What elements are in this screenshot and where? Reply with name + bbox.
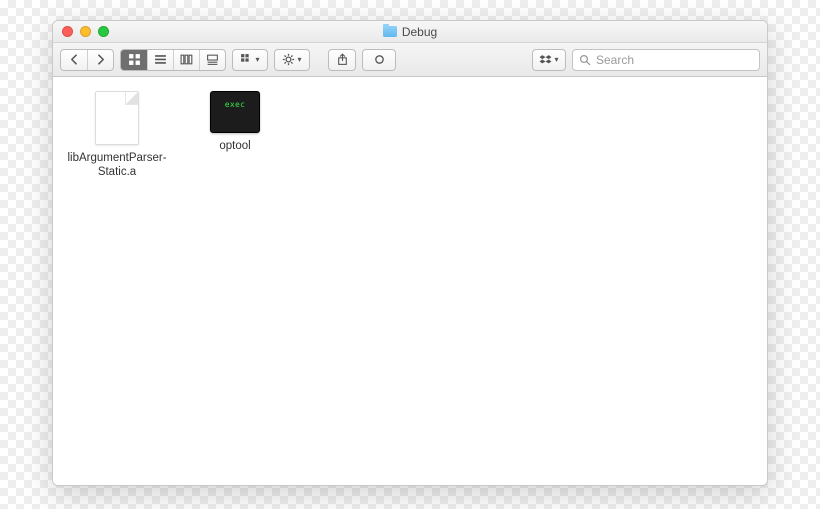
chevron-down-icon: ▾: [554, 55, 558, 64]
nav-buttons: [60, 49, 114, 71]
chevron-down-icon: ▾: [255, 55, 259, 64]
window-controls: [62, 26, 109, 37]
search-icon: [579, 54, 591, 66]
action-button-group: ▾: [274, 49, 310, 71]
back-button[interactable]: [61, 50, 87, 70]
file-name: libArgumentParser-Static.a: [63, 151, 171, 180]
list-icon: [154, 53, 167, 66]
window-title: Debug: [53, 25, 767, 39]
tag-icon: [373, 53, 386, 66]
coverflow-icon: [206, 53, 219, 66]
file-item[interactable]: libArgumentParser-Static.a: [63, 91, 171, 180]
grid-icon: [128, 53, 141, 66]
finder-window: Debug: [52, 20, 768, 486]
dropbox-icon: [539, 53, 552, 66]
chevron-down-icon: ▾: [297, 55, 301, 64]
column-view-button[interactable]: [173, 50, 199, 70]
arrange-icon: [240, 53, 253, 66]
executable-icon: exec: [210, 91, 260, 133]
chevron-right-icon: [94, 53, 107, 66]
file-grid[interactable]: libArgumentParser-Static.a exec optool: [53, 77, 767, 485]
forward-button[interactable]: [87, 50, 113, 70]
columns-icon: [180, 53, 193, 66]
file-item[interactable]: exec optool: [181, 91, 289, 153]
search-input[interactable]: [596, 53, 753, 67]
share-button[interactable]: [328, 49, 356, 71]
gallery-view-button[interactable]: [199, 50, 225, 70]
file-name: optool: [219, 139, 250, 153]
share-icon: [336, 53, 349, 66]
exec-label: exec: [225, 100, 245, 109]
close-button[interactable]: [62, 26, 73, 37]
maximize-button[interactable]: [98, 26, 109, 37]
window-title-text: Debug: [402, 25, 437, 39]
minimize-button[interactable]: [80, 26, 91, 37]
folder-icon: [383, 26, 397, 37]
list-view-button[interactable]: [147, 50, 173, 70]
action-button[interactable]: ▾: [275, 50, 309, 70]
tags-button[interactable]: [362, 49, 396, 71]
arrange-button-group: ▾: [232, 49, 268, 71]
gear-icon: [282, 53, 295, 66]
icon-view-button[interactable]: [121, 50, 147, 70]
titlebar[interactable]: Debug: [53, 21, 767, 43]
view-mode-buttons: [120, 49, 226, 71]
dropbox-button[interactable]: ▾: [532, 49, 566, 71]
document-icon: [95, 91, 139, 145]
chevron-left-icon: [68, 53, 81, 66]
toolbar: ▾ ▾: [53, 43, 767, 77]
search-field[interactable]: [572, 49, 760, 71]
arrange-button[interactable]: ▾: [233, 50, 267, 70]
